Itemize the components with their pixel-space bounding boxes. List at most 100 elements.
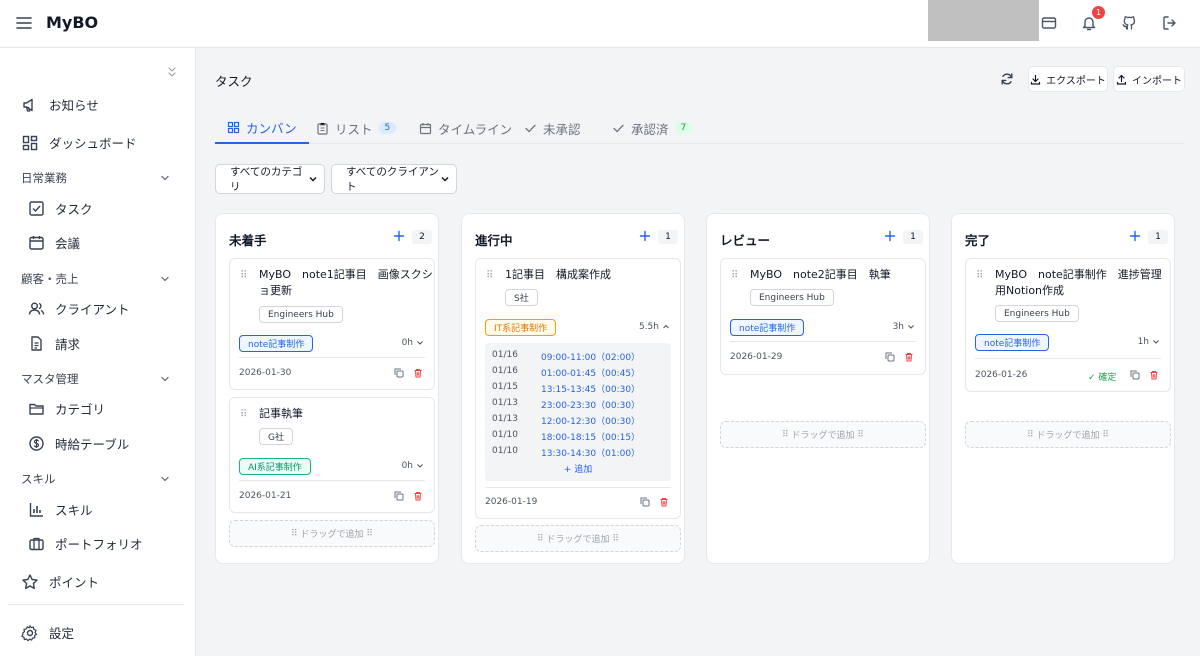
- task-card[interactable]: ⠿ MyBO note記事制作 進捗管理用Notion作成 Engineers …: [965, 258, 1171, 392]
- copy-icon[interactable]: [1129, 369, 1141, 381]
- sidebar-item-skills[interactable]: スキル: [27, 500, 93, 519]
- category-tag[interactable]: note記事制作: [239, 335, 314, 352]
- tab-timeline[interactable]: タイムライン: [419, 112, 512, 144]
- category-filter[interactable]: すべてのカテゴリ: [215, 164, 325, 194]
- trash-icon[interactable]: [412, 490, 424, 502]
- drop-zone[interactable]: ⠿ ドラッグで追加 ⠿: [229, 520, 435, 547]
- sidebar-item-portfolio[interactable]: ポートフォリオ: [27, 534, 143, 553]
- sidebar-item-settings[interactable]: 設定: [21, 623, 74, 642]
- import-button[interactable]: インポート: [1113, 66, 1185, 92]
- tab-label: リスト: [335, 121, 373, 137]
- sidebar-item-dashboard[interactable]: ダッシュボード: [21, 133, 137, 152]
- section-master[interactable]: マスタ管理: [21, 371, 171, 387]
- sidebar-item-billing[interactable]: 請求: [27, 334, 80, 353]
- category-tag[interactable]: note記事制作: [975, 334, 1050, 351]
- task-card[interactable]: ⠿ MyBO note1記事目 画像スクショ更新 Engineers Hub n…: [229, 258, 435, 390]
- sidebar-item-hourly-rates[interactable]: 時給テーブル: [27, 434, 129, 453]
- add-time-entry-button[interactable]: + 追加: [485, 462, 671, 475]
- add-icon[interactable]: [636, 227, 654, 245]
- copy-icon[interactable]: [393, 367, 405, 379]
- trash-icon[interactable]: [412, 367, 424, 379]
- copy-icon[interactable]: [639, 496, 651, 508]
- card-date: 2026-01-19: [485, 497, 538, 507]
- task-card[interactable]: ⠿ MyBO note2記事目 執筆 Engineers Hub note記事制…: [720, 258, 926, 375]
- column-title: レビュー: [720, 233, 771, 248]
- tab-list[interactable]: リスト 5: [316, 112, 397, 144]
- entry-date: 01/15: [492, 382, 518, 392]
- refresh-icon[interactable]: [996, 68, 1018, 90]
- card-icon[interactable]: [1038, 12, 1060, 34]
- trash-icon[interactable]: [903, 351, 915, 363]
- client-filter[interactable]: すべてのクライアント: [331, 164, 457, 194]
- trash-icon[interactable]: [658, 496, 670, 508]
- time-entry[interactable]: 01/10 13:30-14:30（01:00）: [492, 446, 640, 459]
- client-tag[interactable]: S社: [505, 289, 538, 306]
- tab-count: 5: [378, 122, 397, 134]
- time-entry[interactable]: 01/13 12:00-12:30（00:30）: [492, 414, 640, 427]
- sidebar-item-points[interactable]: ポイント: [21, 572, 99, 591]
- copy-icon[interactable]: [884, 351, 896, 363]
- card-divider: [730, 341, 916, 342]
- add-icon[interactable]: [881, 227, 899, 245]
- sidebar-item-meetings[interactable]: 会議: [27, 233, 80, 252]
- time-entry[interactable]: 01/10 18:00-18:15（00:15）: [492, 430, 640, 443]
- drag-handle-icon[interactable]: ⠿: [240, 408, 248, 422]
- sidebar-item-notices[interactable]: お知らせ: [21, 95, 99, 114]
- collapse-icon[interactable]: [164, 64, 180, 80]
- github-icon[interactable]: [1118, 12, 1140, 34]
- category-tag[interactable]: AI系記事制作: [239, 458, 311, 475]
- time-entry[interactable]: 01/13 23:00-23:30（00:30）: [492, 398, 640, 411]
- section-daily[interactable]: 日常業務: [21, 170, 171, 186]
- category-tag[interactable]: IT系記事制作: [485, 319, 557, 336]
- tab-unapproved[interactable]: 未承認: [524, 112, 581, 144]
- time-entry[interactable]: 01/15 13:15-13:45（00:30）: [492, 382, 640, 395]
- add-icon[interactable]: [390, 227, 408, 245]
- chevron-down-icon: [308, 174, 318, 184]
- confirm-button[interactable]: ✓ 確定: [1088, 370, 1116, 383]
- hours-toggle[interactable]: 5.5h: [639, 322, 670, 332]
- trash-icon[interactable]: [1148, 369, 1160, 381]
- client-tag[interactable]: Engineers Hub: [750, 289, 834, 306]
- time-entry[interactable]: 01/16 09:00-11:00（02:00）: [492, 350, 640, 363]
- drag-handle-icon[interactable]: ⠿: [731, 269, 739, 283]
- chevron-down-icon: [416, 339, 424, 347]
- tab-kanban[interactable]: カンバン: [215, 112, 309, 144]
- section-skills[interactable]: スキル: [21, 471, 171, 487]
- drag-handle-icon[interactable]: ⠿: [486, 269, 494, 283]
- drop-zone[interactable]: ⠿ ドラッグで追加 ⠿: [475, 525, 681, 552]
- client-tag[interactable]: G社: [259, 428, 293, 445]
- menu-icon[interactable]: [14, 13, 34, 33]
- user-avatar[interactable]: [928, 0, 1039, 41]
- copy-icon[interactable]: [393, 490, 405, 502]
- sidebar-item-label: 時給テーブル: [55, 437, 130, 452]
- import-label: インポート: [1132, 75, 1182, 87]
- sidebar-item-categories[interactable]: カテゴリ: [27, 399, 105, 418]
- drag-handle-icon[interactable]: ⠿: [976, 269, 984, 283]
- client-tag[interactable]: Engineers Hub: [995, 305, 1079, 322]
- tab-approved[interactable]: 承認済 7: [612, 112, 693, 144]
- hours-toggle[interactable]: 1h: [1138, 337, 1160, 347]
- hours-toggle[interactable]: 0h: [402, 461, 424, 471]
- dashboard-icon: [21, 134, 39, 152]
- sidebar-item-clients[interactable]: クライアント: [27, 299, 130, 318]
- add-icon[interactable]: [1126, 227, 1144, 245]
- sidebar-item-label: 請求: [55, 337, 81, 352]
- time-entry[interactable]: 01/16 01:00-01:45（00:45）: [492, 366, 640, 379]
- drop-zone[interactable]: ⠿ ドラッグで追加 ⠿: [965, 421, 1171, 448]
- category-tag[interactable]: note記事制作: [730, 319, 805, 336]
- task-card[interactable]: ⠿ 1記事目 構成案作成 S社 IT系記事制作 5.5h 01/16 09:00-…: [475, 258, 681, 519]
- hours-toggle[interactable]: 3h: [893, 322, 915, 332]
- entry-date: 01/10: [492, 430, 518, 440]
- sidebar-item-tasks[interactable]: タスク: [27, 199, 93, 218]
- section-clients[interactable]: 顧客・売上: [21, 271, 171, 287]
- app-title[interactable]: MyBO: [46, 13, 98, 32]
- logout-icon[interactable]: [1159, 12, 1181, 34]
- drop-label: ドラッグで追加: [300, 530, 364, 540]
- hours-toggle[interactable]: 0h: [402, 338, 424, 348]
- export-button[interactable]: エクスポート: [1028, 66, 1108, 92]
- task-card[interactable]: ⠿ 記事執筆 G社 AI系記事制作 0h 2026-01-21: [229, 397, 435, 513]
- drag-dots-icon: ⠿: [537, 533, 547, 544]
- drop-zone[interactable]: ⠿ ドラッグで追加 ⠿: [720, 421, 926, 448]
- drag-handle-icon[interactable]: ⠿: [240, 269, 248, 283]
- client-tag[interactable]: Engineers Hub: [259, 306, 343, 323]
